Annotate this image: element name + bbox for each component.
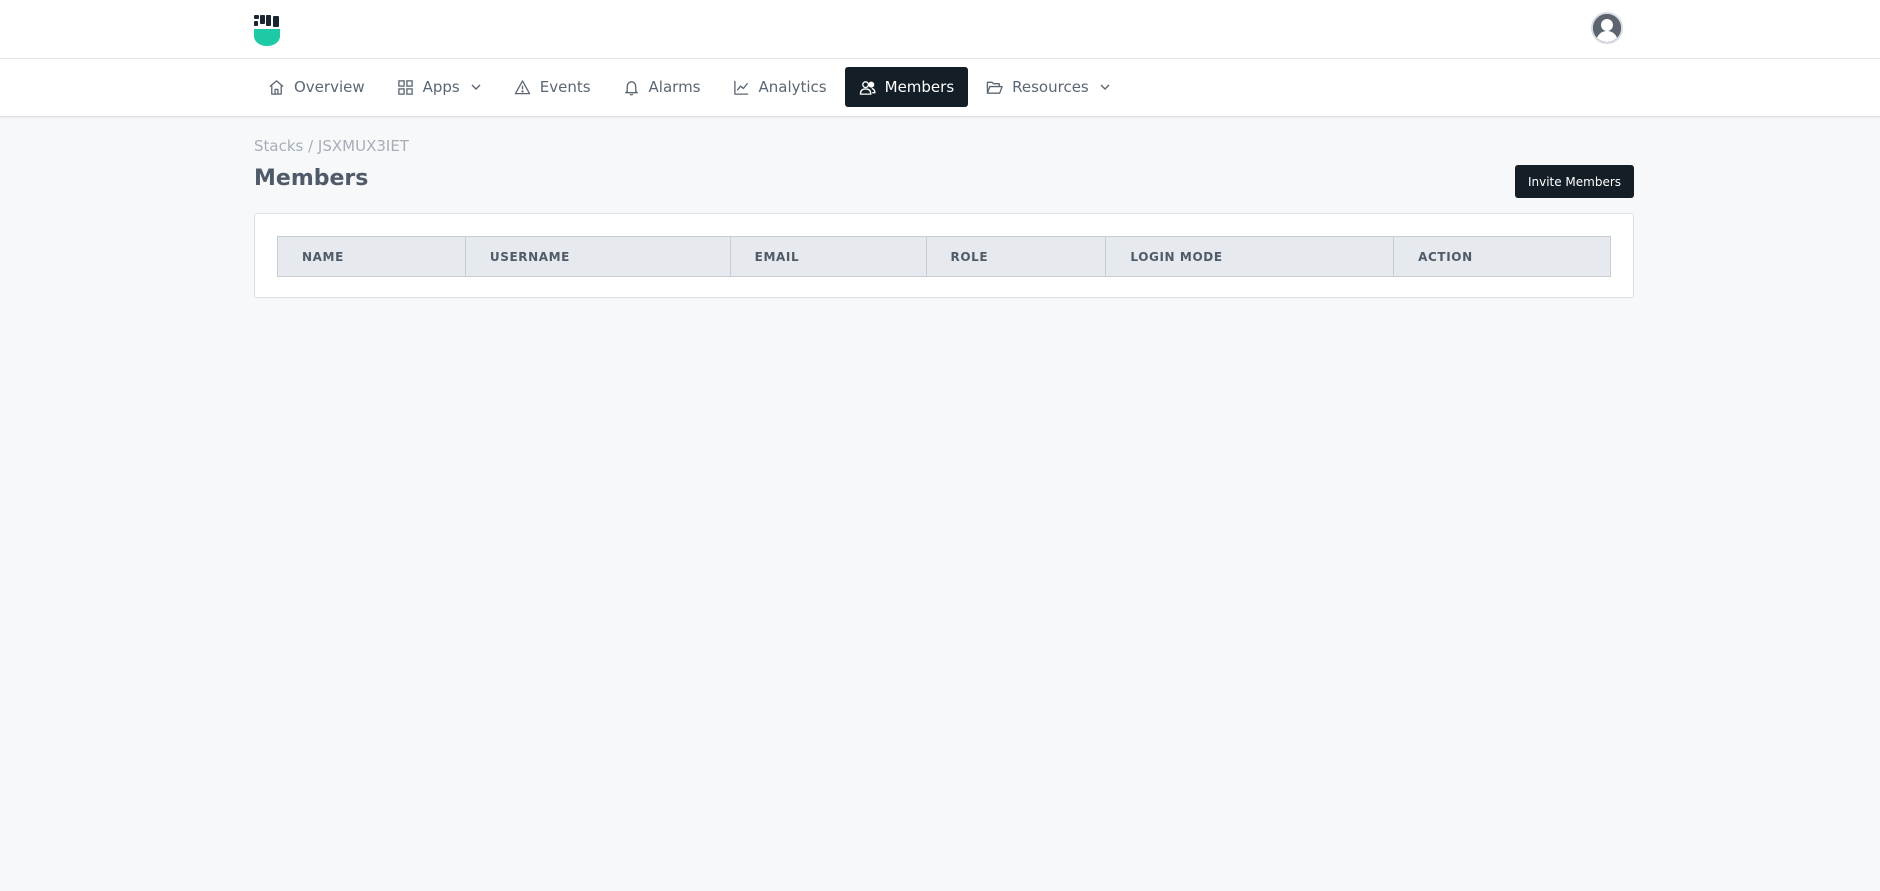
bell-icon [624,80,638,95]
column-header-login-mode[interactable]: LOGIN MODE [1105,236,1395,277]
nav-item-resources[interactable]: Resources [972,67,1125,107]
chevron-down-icon [1100,84,1110,90]
nav-item-members[interactable]: Members [844,67,969,107]
nav-item-events[interactable]: Events [500,67,605,107]
nav-item-label: Resources [1012,78,1089,96]
grid-icon [397,79,413,95]
warning-triangle-icon [514,79,530,94]
breadcrumb[interactable]: Stacks / JSXMUX3IET [254,137,409,155]
main-navigation: Overview Apps Events Alarms Analytics Me… [0,59,1880,117]
table-header-row: NAME USERNAME EMAIL ROLE LOGIN MODE ACTI… [277,236,1611,277]
user-avatar-icon[interactable] [1591,12,1623,44]
line-chart-icon [733,80,748,95]
nav-item-label: Events [539,78,591,96]
nav-item-label: Members [884,78,955,96]
nav-item-alarms[interactable]: Alarms [609,67,715,107]
nav-item-analytics[interactable]: Analytics [719,67,841,107]
members-table-card: NAME USERNAME EMAIL ROLE LOGIN MODE ACTI… [254,213,1634,298]
chevron-down-icon [471,84,481,90]
column-header-name[interactable]: NAME [277,236,466,277]
nav-item-label: Alarms [648,78,701,96]
nav-item-label: Analytics [758,78,827,96]
column-header-username[interactable]: USERNAME [464,236,731,277]
nav-item-label: Apps [422,78,460,96]
column-header-email[interactable]: EMAIL [729,236,927,277]
users-icon [859,80,876,95]
fist-shield-logo-icon[interactable] [254,15,282,47]
home-icon [269,79,284,95]
column-header-action: ACTION [1393,236,1611,277]
page-title: Members [254,166,369,191]
invite-members-button[interactable]: Invite Members [1515,165,1634,198]
nav-item-apps[interactable]: Apps [383,67,496,107]
column-header-role[interactable]: ROLE [925,236,1107,277]
nav-item-label: Overview [294,78,365,96]
folder-open-icon [986,81,1003,94]
members-table: NAME USERNAME EMAIL ROLE LOGIN MODE ACTI… [277,236,1611,277]
top-header [0,0,1880,59]
nav-item-overview[interactable]: Overview [254,67,379,107]
